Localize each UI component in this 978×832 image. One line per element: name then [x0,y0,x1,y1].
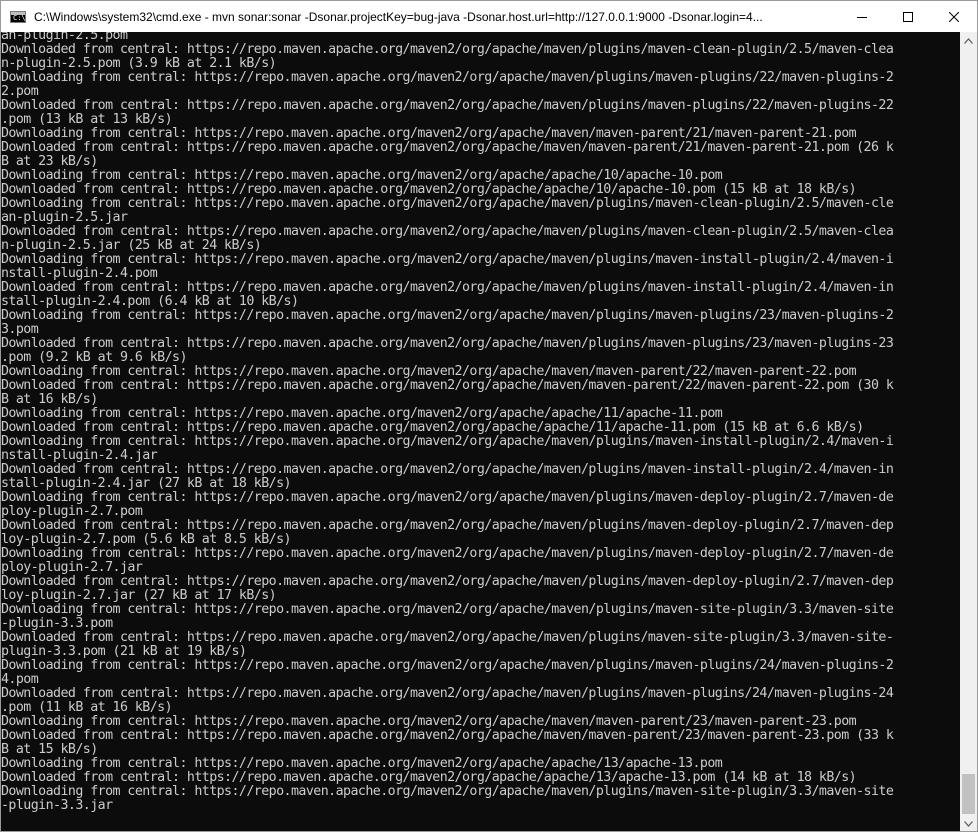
console-app-icon[interactable]: C:\ [10,10,26,23]
console-output[interactable]: an-plugin-2.5.pom Downloaded from central… [1,32,959,831]
console-line: 4.pom [1,672,39,687]
console-line: nstall-plugin-2.4.pom [1,266,158,281]
console-line: Downloaded from central: https://repo.ma… [1,686,894,701]
console-line: Downloaded from central: https://repo.ma… [1,182,857,197]
console-line: Downloading from central: https://repo.m… [1,70,894,85]
window-title: C:\Windows\system32\cmd.exe - mvn sonar:… [34,9,763,24]
close-icon [949,11,959,22]
console-line: Downloaded from central: https://repo.ma… [1,336,894,351]
console-line: 2.pom [1,84,39,99]
console-line: nstall-plugin-2.4.jar [1,448,158,463]
minimize-button[interactable] [839,1,885,32]
console-line: Downloaded from central: https://repo.ma… [1,140,894,155]
console-text: an-plugin-2.5.pom Downloaded from central… [1,32,959,813]
close-button[interactable] [931,1,977,32]
console-line: plugin-3.3.pom (21 kB at 19 kB/s) [1,644,247,659]
console-line: Downloaded from central: https://repo.ma… [1,98,894,113]
vertical-scrollbar[interactable] [960,32,977,831]
console-line: Downloading from central: https://repo.m… [1,308,894,323]
console-line: Downloading from central: https://repo.m… [1,784,894,799]
console-line: Downloading from central: https://repo.m… [1,168,723,183]
console-line: Downloading from central: https://repo.m… [1,658,894,673]
console-line: .pom (9.2 kB at 9.6 kB/s) [1,350,187,365]
console-line: Downloading from central: https://repo.m… [1,364,857,379]
console-line: 3.pom [1,322,39,337]
title-bar[interactable]: C:\ C:\Windows\system32\cmd.exe - mvn so… [1,1,977,32]
console-line: Downloading from central: https://repo.m… [1,756,723,771]
console-line: Downloading from central: https://repo.m… [1,434,894,449]
window-controls [839,1,977,32]
console-line: ploy-plugin-2.7.pom [1,504,143,519]
console-line: stall-plugin-2.4.jar (27 kB at 18 kB/s) [1,476,292,491]
console-line: Downloading from central: https://repo.m… [1,406,723,421]
console-line: an-plugin-2.5.jar [1,210,128,225]
console-line: -plugin-3.3.jar [1,798,113,813]
console-line: Downloaded from central: https://repo.ma… [1,770,857,785]
console-line: Downloaded from central: https://repo.ma… [1,630,894,645]
console-line: .pom (13 kB at 13 kB/s) [1,112,173,127]
scroll-down-button[interactable] [960,815,977,831]
scroll-up-button[interactable] [960,32,977,49]
console-line: Downloading from central: https://repo.m… [1,714,857,729]
console-line: B at 15 kB/s) [1,742,98,757]
console-line: Downloaded from central: https://repo.ma… [1,42,894,57]
maximize-button[interactable] [885,1,931,32]
console-line: Downloaded from central: https://repo.ma… [1,462,894,477]
console-line: Downloaded from central: https://repo.ma… [1,728,894,743]
cmd-window: C:\ C:\Windows\system32\cmd.exe - mvn so… [0,0,978,832]
chevron-down-icon [964,820,973,827]
console-line: Downloading from central: https://repo.m… [1,196,894,211]
console-line: Downloading from central: https://repo.m… [1,126,857,141]
scrollbar-thumb[interactable] [962,774,975,814]
console-line: Downloading from central: https://repo.m… [1,546,894,561]
maximize-icon [903,11,913,22]
console-line: B at 16 kB/s) [1,392,98,407]
console-line: -plugin-3.3.pom [1,616,113,631]
console-line: Downloaded from central: https://repo.ma… [1,280,894,295]
minimize-icon [857,16,867,18]
console-line: B at 23 kB/s) [1,154,98,169]
console-line: Downloaded from central: https://repo.ma… [1,518,894,533]
console-line: n-plugin-2.5.jar (25 kB at 24 kB/s) [1,238,262,253]
console-line: Downloaded from central: https://repo.ma… [1,378,894,393]
console-line: stall-plugin-2.4.pom (6.4 kB at 10 kB/s) [1,294,299,309]
console-line: Downloading from central: https://repo.m… [1,252,894,267]
console-line: loy-plugin-2.7.pom (5.6 kB at 8.5 kB/s) [1,532,292,547]
console-line: Downloading from central: https://repo.m… [1,490,894,505]
console-line: Downloaded from central: https://repo.ma… [1,574,894,589]
console-line: Downloaded from central: https://repo.ma… [1,420,864,435]
console-line: loy-plugin-2.7.jar (27 kB at 17 kB/s) [1,588,277,603]
console-line: .pom (11 kB at 16 kB/s) [1,700,173,715]
console-line: n-plugin-2.5.pom (3.9 kB at 2.1 kB/s) [1,56,277,71]
console-line: ploy-plugin-2.7.jar [1,560,143,575]
console-line: Downloading from central: https://repo.m… [1,602,894,617]
chevron-up-icon [964,37,973,44]
console-line: Downloaded from central: https://repo.ma… [1,224,894,239]
